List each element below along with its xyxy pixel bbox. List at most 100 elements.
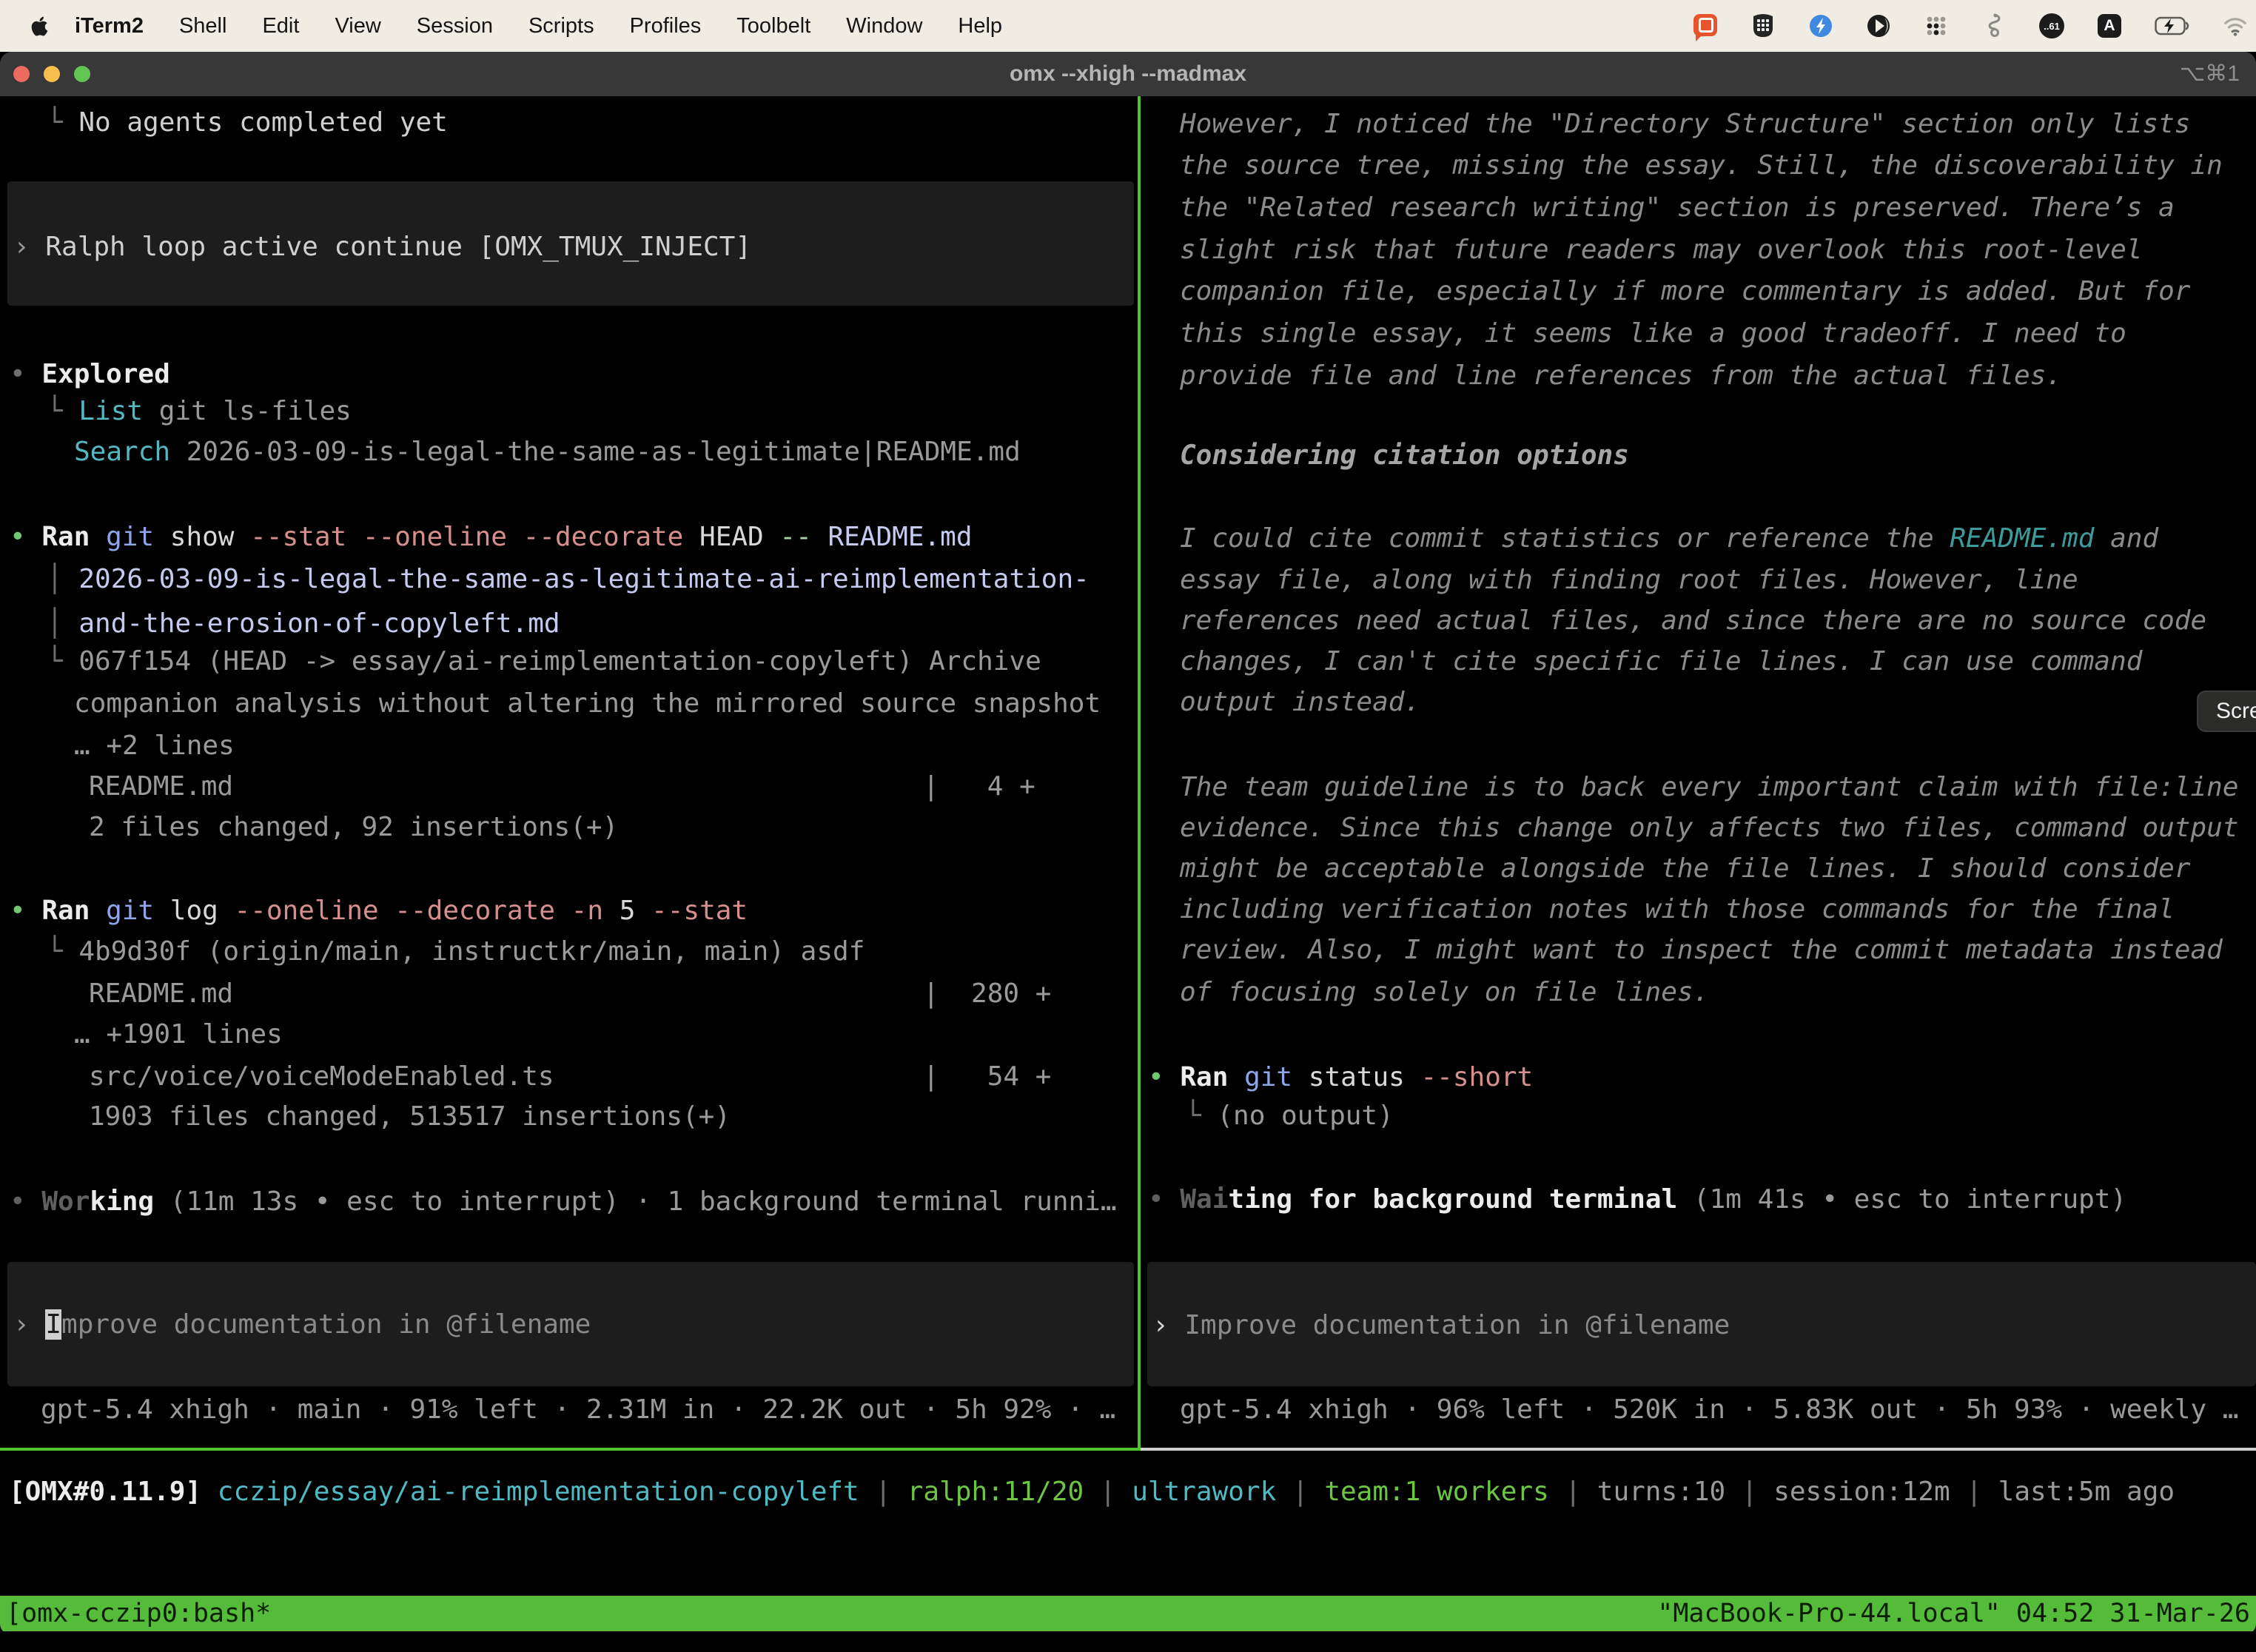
text-segment: cczip/essay/ai-reimplementation-copyleft xyxy=(218,1477,859,1507)
text-segment: team:1 workers xyxy=(1324,1477,1548,1507)
text-segment: | xyxy=(1276,1477,1324,1507)
text-segment xyxy=(90,522,106,552)
menu-item-window[interactable]: Window xyxy=(828,14,940,38)
apple-menu-icon[interactable] xyxy=(30,15,50,38)
tmux-status-bar: [omx-cczip0:bash* "MacBook-Pro-44.local"… xyxy=(0,1596,2256,1631)
menu-item-session[interactable]: Session xyxy=(399,14,511,38)
text-segment: session:12m xyxy=(1773,1477,1950,1507)
reasoning-p1-l1: However, I noticed the "Directory Struct… xyxy=(1180,103,2190,145)
menu-item-shell[interactable]: Shell xyxy=(161,14,245,38)
text-segment xyxy=(555,896,571,926)
reasoning-p3-l2: evidence. Since this change only affects… xyxy=(1180,807,2238,849)
text-segment: (1m 41s • esc to interrupt) xyxy=(1677,1184,2126,1215)
text-segment: └ xyxy=(47,107,78,138)
text-segment: --stat --oneline --decorate xyxy=(250,522,683,552)
text-segment: … +1901 lines xyxy=(74,1019,283,1050)
text-segment: 2026-03-09-is-legal-the-same-as-legitima… xyxy=(170,437,1021,467)
chat-bubble-icon xyxy=(1693,14,1717,36)
waiting-status-line: • Waiting for background terminal (1m 41… xyxy=(1148,1178,2126,1220)
log-more-lines: … +1901 lines xyxy=(74,1013,283,1055)
text-segment: │ xyxy=(47,564,78,594)
prompt-input-left: › Improve documentation in @filename xyxy=(13,1303,591,1346)
chat-app-icon[interactable] xyxy=(1693,13,1718,38)
wifi-icon[interactable] xyxy=(2223,13,2248,38)
text-segment: references need actual files, and since … xyxy=(1180,605,2206,636)
reasoning-p1-l5: companion file, especially if more comme… xyxy=(1180,270,2190,312)
text-segment: | xyxy=(1725,1477,1773,1507)
menu-item-toolbelt[interactable]: Toolbelt xyxy=(719,14,828,38)
text-cursor: I xyxy=(45,1309,61,1340)
text-segment: ultrawork xyxy=(1132,1477,1276,1507)
text-segment: README.md xyxy=(1950,523,2094,554)
lightning-badge-icon xyxy=(1808,13,1833,38)
menu-item-profiles[interactable]: Profiles xyxy=(612,14,719,38)
agents-completed-line: └ No agents completed yet xyxy=(47,101,448,144)
text-segment: Wor xyxy=(41,1186,90,1217)
text-segment: However, I noticed the "Directory Struct… xyxy=(1180,109,2190,139)
explored-header: • Explored xyxy=(10,353,170,395)
text-segment: the "Related research writing" section i… xyxy=(1180,192,2175,223)
text-segment: git xyxy=(1244,1062,1292,1092)
text-segment: evidence. Since this change only affects… xyxy=(1180,813,2238,843)
text-segment: README.md | 4 + xyxy=(89,771,1035,802)
text-segment: the source tree, missing the essay. Stil… xyxy=(1180,150,2223,181)
text-segment: 1903 files changed, 513517 insertions(+) xyxy=(89,1101,731,1132)
text-segment: | xyxy=(859,1477,907,1507)
shield-grid-icon xyxy=(1751,13,1775,38)
log-commit: └ 4b9d30f (origin/main, instructkr/main,… xyxy=(47,930,865,973)
text-segment: No agents completed yet xyxy=(78,107,448,138)
ran-git-show: • Ran git show --stat --oneline --decora… xyxy=(10,516,973,558)
model-status-right: gpt-5.4 xhigh · 96% left · 520K in · 5.8… xyxy=(1180,1389,2238,1431)
menu-item-edit[interactable]: Edit xyxy=(244,14,317,38)
squiggle-icon[interactable] xyxy=(1981,13,2007,38)
text-segment: including verification notes with those … xyxy=(1180,894,2175,924)
text-segment: mprove documentation in @filename xyxy=(61,1309,591,1340)
battery-charging-icon[interactable] xyxy=(2155,13,2190,38)
text-segment: of focusing solely on file lines. xyxy=(1180,977,1709,1007)
text-segment: • xyxy=(10,359,41,389)
text-segment: └ xyxy=(47,646,78,676)
menu-item-view[interactable]: View xyxy=(317,14,398,38)
text-segment: README.md | 280 + xyxy=(89,978,1051,1009)
text-segment: turns:10 xyxy=(1597,1477,1725,1507)
menu-item-iterm2[interactable]: iTerm2 xyxy=(57,14,161,38)
menu-items: iTerm2ShellEditViewSessionScriptsProfile… xyxy=(57,14,1020,38)
text-segment: Ran xyxy=(41,896,90,926)
text-segment: essay file, along with finding root file… xyxy=(1180,565,2078,595)
menu-item-scripts[interactable]: Scripts xyxy=(511,14,612,38)
screen-tooltip: Scre xyxy=(2197,691,2256,732)
gauge-61-icon[interactable]: ..61 xyxy=(2039,13,2064,38)
text-segment: • xyxy=(1148,1184,1180,1215)
text-segment: --oneline --decorate xyxy=(234,896,554,926)
text-segment: status xyxy=(1292,1062,1420,1092)
text-segment: Considering citation options xyxy=(1180,440,1629,471)
text-segment: │ xyxy=(47,608,78,639)
a-app-icon[interactable]: A xyxy=(2097,13,2122,38)
no-output-line: └ (no output) xyxy=(1185,1095,1394,1137)
stat-readme: README.md | 4 + xyxy=(89,765,1035,807)
dots-grid-icon[interactable] xyxy=(1924,13,1949,38)
text-segment: src/voice/voiceModeEnabled.ts | 54 + xyxy=(89,1061,1051,1092)
text-segment: › xyxy=(13,232,45,262)
reasoning-p1-l3: the "Related research writing" section i… xyxy=(1180,187,2175,229)
text-segment: Wai xyxy=(1180,1184,1228,1215)
tmux-host-clock: "MacBook-Pro-44.local" 04:52 31-Mar-26 xyxy=(1657,1596,2250,1631)
text-segment: ralph:11/20 xyxy=(907,1477,1084,1507)
text-segment: companion file, especially if more comme… xyxy=(1180,276,2190,306)
text-segment: git ls-files xyxy=(143,396,352,426)
reasoning-p2-l1: I could cite commit statistics or refere… xyxy=(1180,517,2158,560)
omx-status-line: [OMX#0.11.9] cczip/essay/ai-reimplementa… xyxy=(9,1471,2175,1513)
text-segment: The team guideline is to back every impo… xyxy=(1180,772,2238,802)
dark-crescent-icon[interactable] xyxy=(1866,13,1891,38)
blue-badge-icon[interactable] xyxy=(1808,13,1833,38)
reasoning-p1-l2: the source tree, missing the essay. Stil… xyxy=(1180,144,2223,187)
text-segment: › xyxy=(13,1309,45,1340)
wifi-arcs-icon xyxy=(2223,15,2248,37)
text-segment: I could cite commit statistics or refere… xyxy=(1180,523,1950,554)
reasoning-p1-l4: slight risk that future readers may over… xyxy=(1180,229,2142,271)
keyboard-shield-icon[interactable] xyxy=(1750,13,1776,38)
menu-item-help[interactable]: Help xyxy=(940,14,1020,38)
reasoning-p2-l3: references need actual files, and since … xyxy=(1180,600,2206,642)
text-segment: 2 files changed, 92 insertions(+) xyxy=(89,812,618,842)
text-segment: and-the-erosion-of-copyleft.md xyxy=(78,608,560,639)
